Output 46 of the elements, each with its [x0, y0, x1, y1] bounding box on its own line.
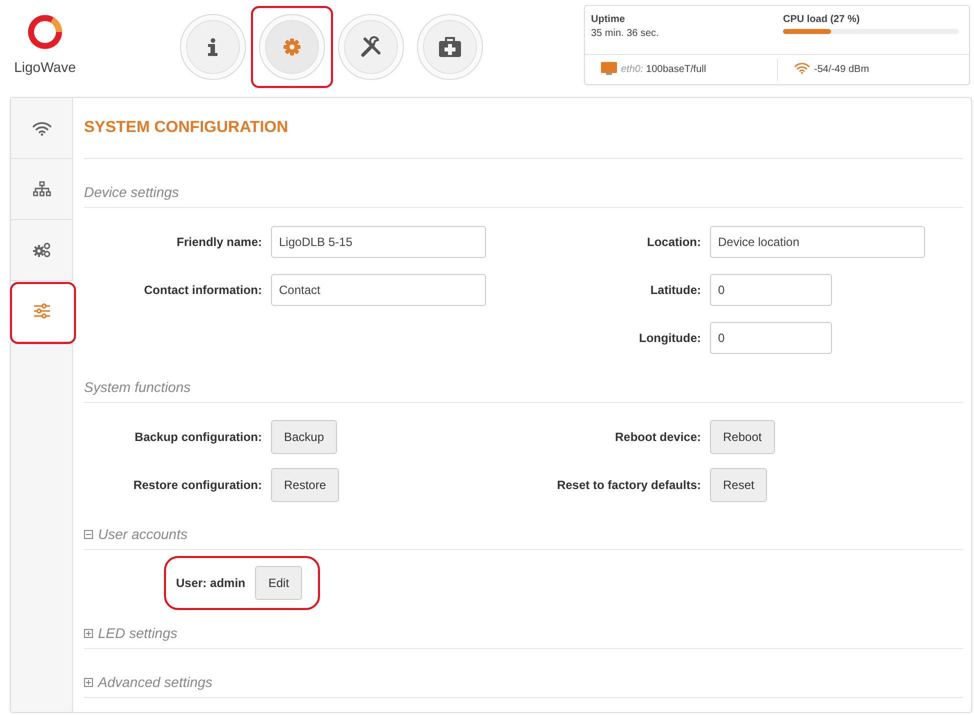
field-label: Location:	[646, 235, 701, 249]
signal-icon	[794, 62, 810, 74]
field-label: Reset to factory defaults:	[556, 478, 701, 492]
action-button[interactable]: Restore	[271, 468, 340, 502]
logo-icon	[26, 14, 64, 50]
text-field[interactable]: Contact	[271, 274, 486, 306]
info-icon	[207, 38, 219, 56]
collapse-icon[interactable]	[84, 530, 93, 539]
section-title[interactable]: Advanced settings	[98, 674, 212, 690]
first-aid-kit-icon	[439, 37, 461, 57]
field-label: Friendly name:	[176, 235, 262, 249]
expand-icon[interactable]	[84, 629, 93, 638]
user-label: User: admin	[176, 576, 246, 590]
gear-icon	[283, 38, 301, 56]
field-label: Latitude:	[649, 283, 701, 297]
section-title: System functions	[84, 379, 191, 395]
text-field[interactable]: Device location	[710, 226, 925, 258]
uptime-label: Uptime	[591, 14, 626, 25]
uptime-value: 35 min. 36 sec.	[591, 28, 659, 39]
text-field[interactable]: LigoDLB 5-15	[271, 226, 486, 258]
text-field[interactable]: 0	[710, 274, 832, 306]
sliders-icon	[33, 303, 51, 319]
ethernet-port-icon	[601, 62, 617, 74]
field-label: Backup configuration:	[134, 430, 262, 444]
field-label: Contact information:	[143, 283, 262, 297]
action-button[interactable]: Reboot	[710, 420, 775, 454]
cpu-load-label: CPU load (27 %)	[783, 14, 861, 25]
text-field[interactable]: 0	[710, 322, 832, 354]
field-label: Longitude:	[638, 331, 701, 345]
section-title[interactable]: User accounts	[98, 526, 188, 542]
sitemap-icon	[32, 181, 50, 197]
field-label: Reboot device:	[614, 430, 701, 444]
logo-text: LigoWave	[14, 59, 76, 75]
section-title[interactable]: LED settings	[98, 625, 178, 641]
field-label: Restore configuration:	[132, 478, 262, 492]
signal-value: -54/-49 dBm	[814, 64, 870, 75]
expand-icon[interactable]	[84, 678, 93, 687]
port-status: eth0: 100baseT/full	[621, 64, 706, 75]
gears-icon	[32, 242, 50, 258]
page-title: SYSTEM CONFIGURATION	[84, 98, 963, 159]
action-button[interactable]: Reset	[710, 468, 768, 502]
action-button[interactable]: Backup	[271, 420, 338, 454]
tools-icon	[359, 35, 383, 59]
section-title: Device settings	[84, 184, 179, 200]
edit-button[interactable]: Edit	[255, 566, 302, 600]
wifi-icon	[32, 120, 52, 136]
